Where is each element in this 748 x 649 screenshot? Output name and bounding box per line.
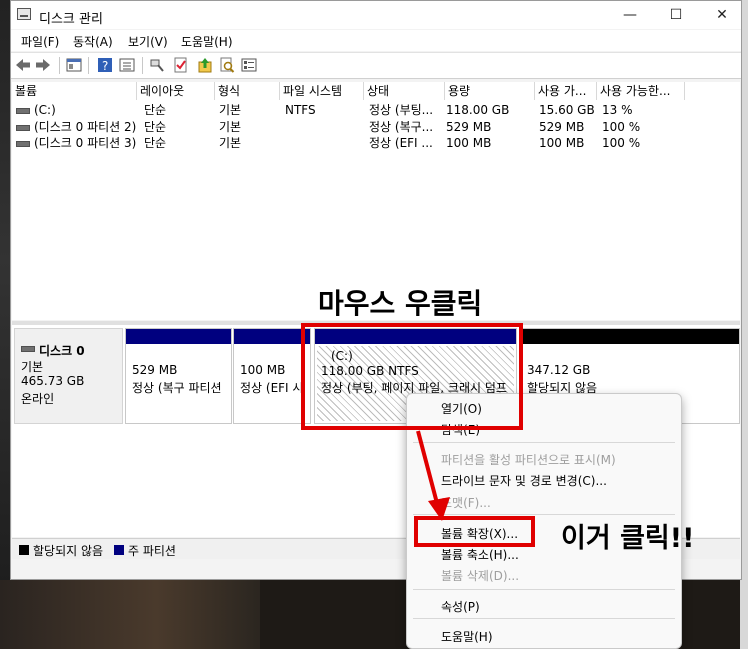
menu-item-shrink-volume[interactable]: 볼륨 축소(H)... [441,546,519,563]
volume-name: (C:) [34,103,56,117]
toolbar-separator [142,57,143,74]
disk-size: 465.73 GB [21,374,85,388]
table-row[interactable]: (디스크 0 파티션 3) 단순 기본 정상 (EFI ... 100 MB 1… [12,135,712,151]
forward-arrow-icon[interactable] [35,57,51,73]
menu-item-help[interactable]: 도움말(H) [441,628,493,645]
check-icon[interactable] [173,57,189,73]
legend-label-unallocated: 할당되지 않음 [33,544,104,558]
volume-name: (디스크 0 파티션 2) [34,120,137,134]
type-cell: 기본 [219,103,242,117]
list-icon[interactable] [241,57,257,73]
partition-status: 정상 (EFI 시 [240,381,304,395]
partition-size: 100 MB [240,363,286,377]
percent-free-cell: 13 % [602,103,633,117]
type-cell: 기본 [219,136,242,150]
title-bar: 디스크 관리 — ☐ ✕ [11,1,741,29]
properties-icon[interactable] [119,57,135,73]
svg-text:?: ? [102,59,108,73]
table-row[interactable]: (C:) 단순 기본 NTFS 정상 (부팅... 118.00 GB 15.6… [12,102,712,118]
toolbar-separator [88,57,89,74]
menu-help[interactable]: 도움말(H) [181,33,233,50]
status-cell: 정상 (EFI ... [369,136,433,150]
column-header-volume[interactable]: 볼륨 [12,82,137,100]
desktop-background-bottom [0,580,260,649]
partition-color-bar [126,329,231,344]
disk-management-icon [17,8,31,20]
partition-color-bar [521,329,739,344]
status-cell: 정상 (부팅... [369,103,434,117]
capacity-cell: 118.00 GB [446,103,510,117]
legend-swatch-primary [114,545,124,555]
status-cell: 정상 (복구... [369,120,434,134]
volume-cell: (디스크 0 파티션 3) [16,135,140,151]
menu-item-delete-volume: 볼륨 삭제(D)... [441,569,520,583]
menu-file[interactable]: 파일(F) [21,33,59,50]
legend-label-primary: 주 파티션 [128,544,176,558]
column-header-capacity[interactable]: 용량 [445,82,535,100]
partition-efi[interactable]: 100 MB 정상 (EFI 시 [233,328,311,424]
partition-size: 347.12 GB [527,363,591,377]
partition-recovery[interactable]: 529 MB 정상 (복구 파티션 [125,328,232,424]
partition-size: 529 MB [132,363,178,377]
back-arrow-icon[interactable] [15,57,31,73]
free-space-cell: 15.60 GB [539,103,595,117]
menu-view[interactable]: 보기(V) [128,33,168,50]
file-system-cell: NTFS [285,103,316,117]
capacity-cell: 529 MB [446,120,492,134]
minimize-button[interactable]: — [615,5,645,25]
disk-type: 기본 [21,360,44,374]
volume-name: (디스크 0 파티션 3) [34,136,137,150]
volume-cell: (C:) [16,102,136,118]
column-header-status[interactable]: 상태 [364,82,445,100]
disk-status: 온라인 [21,392,55,406]
drive-icon [16,140,30,147]
volume-cell: (디스크 0 파티션 2) [16,119,140,135]
type-cell: 기본 [219,120,242,134]
disk-info-panel[interactable]: 디스크 0 기본 465.73 GB 온라인 [14,328,123,424]
capacity-cell: 100 MB [446,136,492,150]
menu-action[interactable]: 동작(A) [73,33,113,50]
free-space-cell: 529 MB [539,120,585,134]
layout-cell: 단순 [144,103,167,117]
menu-item-change-drive-letter[interactable]: 드라이브 문자 및 경로 변경(C)... [441,472,607,489]
column-header-percent-free[interactable]: 사용 가능한... [597,82,685,100]
maximize-button[interactable]: ☐ [661,5,691,25]
help-icon[interactable]: ? [97,57,113,73]
legend-swatch-unallocated [19,545,29,555]
upload-icon[interactable] [197,57,213,73]
free-space-cell: 100 MB [539,136,585,150]
search-icon[interactable] [219,57,235,73]
connect-icon[interactable] [149,57,165,73]
annotation-click-this: 이거 클릭!! [561,523,695,554]
column-header-file-system[interactable]: 파일 시스템 [280,82,364,100]
column-header-type[interactable]: 형식 [215,82,280,100]
partition-status: 정상 (복구 파티션 [132,381,222,395]
menu-item-mark-active: 파티션을 활성 파티션으로 표시(M) [441,453,616,467]
disk-name: 디스크 0 [39,344,85,358]
console-icon[interactable] [66,57,82,73]
column-header-free-space[interactable]: 사용 가... [535,82,597,100]
menu-item-properties[interactable]: 속성(P) [441,598,480,615]
percent-free-cell: 100 % [602,136,641,150]
toolbar-separator [59,57,60,74]
drive-icon [16,124,30,131]
disk-icon [21,346,35,352]
percent-free-cell: 100 % [602,120,641,134]
window-title: 디스크 관리 [39,12,103,27]
toolbar: ? [11,52,741,79]
menu-separator [413,589,675,590]
highlight-box-c-drive [301,323,523,430]
column-header-layout[interactable]: 레이아웃 [137,82,215,100]
layout-cell: 단순 [144,136,167,150]
partition-color-bar [234,329,310,344]
menu-separator [413,618,675,619]
drive-icon [16,107,30,114]
layout-cell: 단순 [144,120,167,134]
table-row[interactable]: (디스크 0 파티션 2) 단순 기본 정상 (복구... 529 MB 529… [12,119,712,135]
arrow-annotation-icon [416,430,450,521]
menu-bar: 파일(F) 동작(A) 보기(V) 도움말(H) [11,30,741,51]
annotation-right-click: 마우스 우클릭 [318,287,483,320]
close-button[interactable]: ✕ [707,5,737,25]
